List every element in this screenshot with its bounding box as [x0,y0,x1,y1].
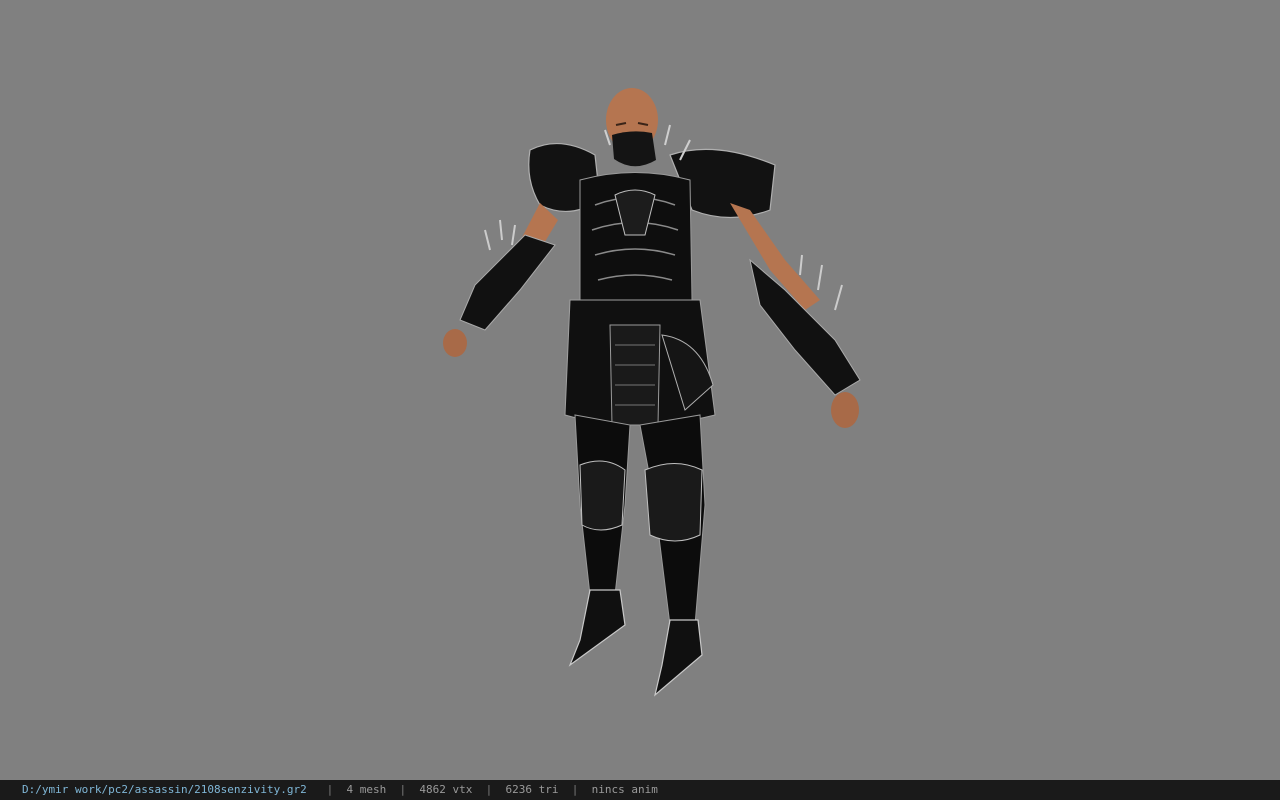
mesh-count: 4 mesh [346,783,387,796]
separator: | [485,783,493,796]
right-arm [730,203,861,428]
animation-status: nincs anim [591,783,658,796]
assassin-character-model[interactable] [430,85,890,705]
character-head [606,88,658,167]
vertex-count: 4862 vtx [419,783,473,796]
separator: | [326,783,334,796]
file-path: D:/ymir work/pc2/assassin/2108senzivity.… [22,783,307,796]
chest-armor [579,172,693,311]
separator: | [571,783,579,796]
3d-viewport[interactable] [0,0,1280,780]
status-bar: D:/ymir work/pc2/assassin/2108senzivity.… [0,780,1280,800]
separator: | [399,783,407,796]
waist-armor [564,299,716,426]
triangle-count: 6236 tri [505,783,559,796]
left-arm [443,203,558,357]
